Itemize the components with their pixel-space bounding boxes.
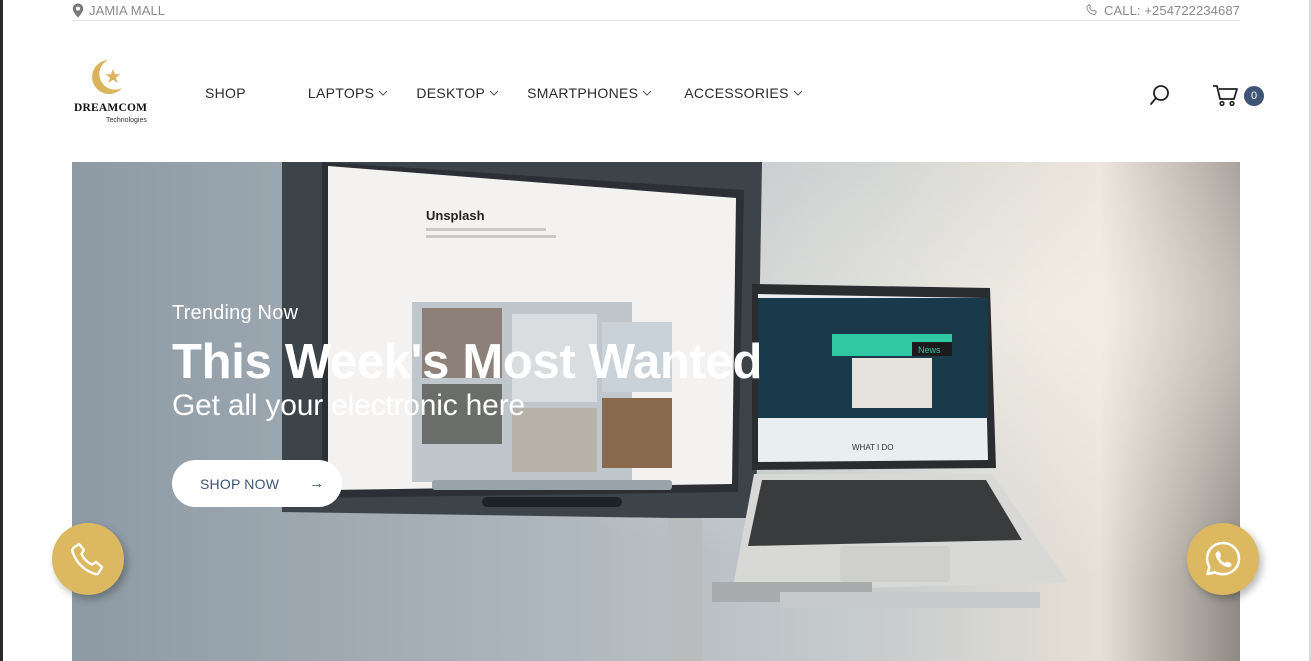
- hero-eyebrow: Trending Now: [172, 302, 299, 324]
- nav-label: SHOP: [205, 85, 246, 101]
- nav-item-smartphones[interactable]: SMARTPHONES: [527, 85, 652, 101]
- chevron-down-icon: [793, 90, 803, 96]
- chevron-down-icon: [378, 90, 388, 96]
- logo-brand-name: DREAMCOM: [74, 102, 148, 114]
- nav-item-accessories[interactable]: ACCESSORIES: [684, 85, 803, 101]
- store-location: JAMIA MALL: [72, 3, 165, 18]
- phone-text: CALL: +254722234687: [1104, 2, 1240, 18]
- top-bar: JAMIA MALL CALL: +254722234687: [72, 0, 1240, 21]
- phone-icon: [71, 542, 104, 576]
- hero-headline: This Week's Most Wanted: [172, 335, 763, 389]
- search-button[interactable]: [1148, 83, 1172, 107]
- page-left-edge: [0, 0, 3, 661]
- nav-label: ACCESSORIES: [684, 85, 789, 101]
- chevron-down-icon: [642, 90, 652, 96]
- nav-label: LAPTOPS: [307, 85, 375, 101]
- whatsapp-float-button[interactable]: [1187, 523, 1259, 595]
- shop-now-button[interactable]: SHOP NOW →: [172, 460, 342, 507]
- nav-item-shop[interactable]: SHOP: [205, 85, 246, 101]
- crescent-star-logo-icon: [92, 60, 122, 94]
- phone-small-icon: [1086, 3, 1097, 15]
- nav-label: DESKTOP: [416, 85, 486, 101]
- nav-item-laptops[interactable]: LAPTOPS: [308, 85, 388, 101]
- search-icon: [1150, 85, 1169, 105]
- site-header: DREAMCOM Technologies SHOP LAPTOPS DESKT…: [72, 40, 1264, 150]
- map-pin-icon: [72, 3, 84, 17]
- call-float-button[interactable]: [52, 523, 124, 595]
- nav-item-desktop[interactable]: DESKTOP: [416, 85, 499, 101]
- site-logo[interactable]: DREAMCOM Technologies: [72, 56, 156, 130]
- laptop-news-text: News: [918, 345, 941, 355]
- arrow-right-icon: →: [309, 475, 325, 492]
- chevron-down-icon: [489, 90, 499, 96]
- shopping-cart-icon: [1213, 85, 1238, 107]
- store-phone[interactable]: CALL: +254722234687: [1085, 3, 1240, 18]
- hero-banner: Unsplash News WHAT I DO Trending Now Thi…: [72, 162, 1240, 661]
- cart-count-badge: 0: [1244, 86, 1264, 106]
- hero-copy: Trending Now This Week's Most Wanted Get…: [172, 302, 762, 423]
- location-text: JAMIA MALL: [89, 2, 166, 18]
- nav-label: SMARTPHONES: [527, 85, 639, 101]
- cart-button[interactable]: 0: [1212, 83, 1264, 107]
- screen-title-text: Unsplash: [426, 208, 485, 223]
- main-nav: SHOP LAPTOPS DESKTOP SMARTPHONES ACCESSO…: [205, 85, 803, 101]
- shop-now-label: SHOP NOW: [200, 475, 280, 492]
- laptop-section-text: WHAT I DO: [852, 443, 893, 452]
- hero-subhead: Get all your electronic here: [172, 389, 525, 422]
- logo-tagline: Technologies: [106, 117, 147, 124]
- header-actions: 0: [1148, 83, 1264, 107]
- whatsapp-icon: [1205, 541, 1241, 576]
